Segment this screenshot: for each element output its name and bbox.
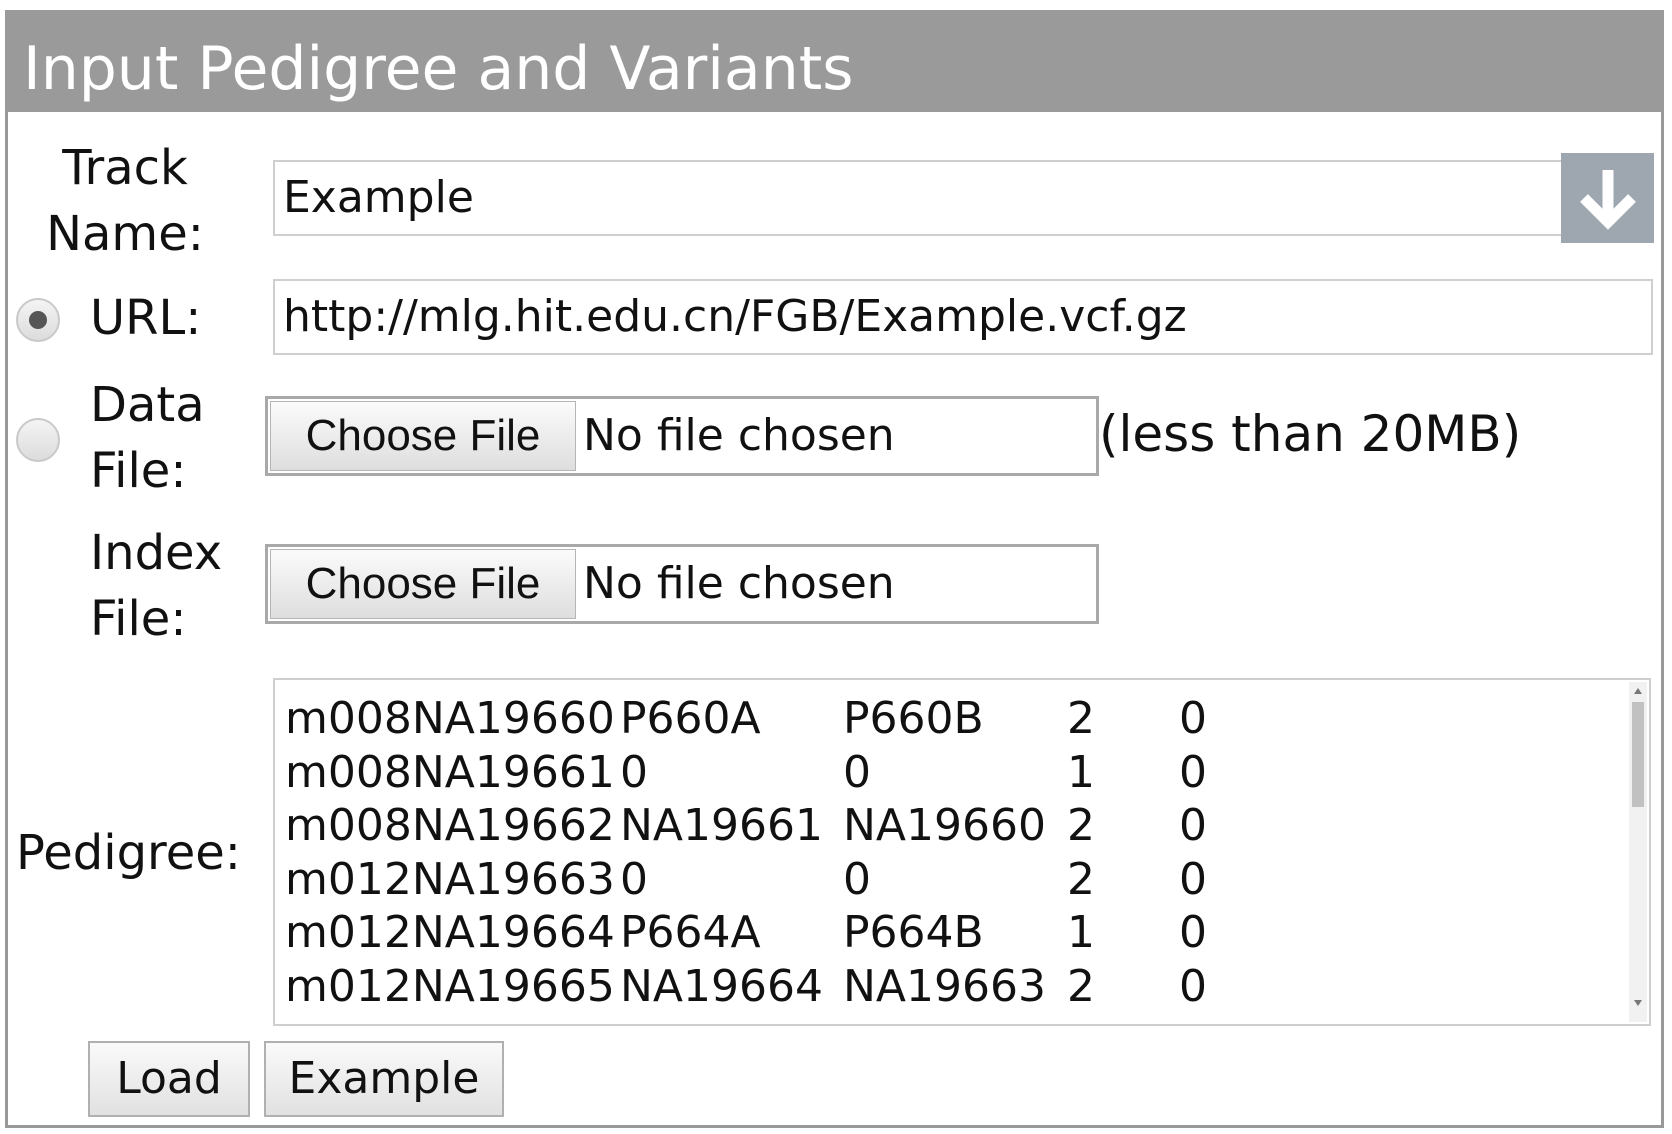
data-file-choose-button[interactable]: Choose File (270, 401, 576, 471)
pedigree-cell: m008NA19661 (285, 746, 615, 798)
data-file-status: No file chosen (583, 410, 895, 461)
pedigree-label: Pedigree: (16, 825, 241, 881)
pedigree-cell: 0 (620, 853, 648, 905)
url-input[interactable]: http://mlg.hit.edu.cn/FGB/Example.vcf.gz (273, 279, 1653, 355)
pedigree-cell: 0 (843, 853, 871, 905)
index-file-picker: Choose File No file chosen (265, 544, 1099, 624)
example-button[interactable]: Example (264, 1041, 504, 1117)
pedigree-cell: NA19660 (843, 800, 1046, 851)
scroll-up-icon[interactable] (1634, 688, 1642, 694)
pedigree-cell: 0 (1179, 907, 1207, 958)
scroll-down-icon[interactable] (1634, 1000, 1642, 1006)
pedigree-cell: P664B (843, 907, 984, 958)
pedigree-cell: 0 (1179, 746, 1207, 798)
load-button[interactable]: Load (88, 1041, 250, 1117)
pedigree-cell: 0 (843, 746, 871, 798)
index-file-status: No file chosen (583, 558, 895, 609)
pedigree-cell: NA19661 (620, 800, 823, 851)
pedigree-cell: 1 (1067, 746, 1095, 798)
pedigree-cell: 0 (1179, 693, 1207, 744)
pedigree-cell: P660A (620, 693, 761, 744)
pedigree-cell: m012NA19663 (285, 853, 615, 905)
pedigree-cell: 0 (1179, 960, 1207, 1012)
arrow-down-icon (1579, 170, 1636, 230)
track-name-input[interactable]: Example (273, 160, 1563, 236)
pedigree-cell: 2 (1067, 800, 1095, 851)
pedigree-cell: m012NA19665 (285, 960, 615, 1012)
pedigree-cell: m008NA19660 (285, 693, 615, 744)
data-file-picker: Choose File No file chosen (265, 396, 1099, 476)
scrollbar-thumb[interactable] (1632, 702, 1644, 807)
panel-header: Input Pedigree and Variants (5, 10, 1664, 112)
track-name-label: Track Name: (46, 140, 204, 262)
index-file-label: Index File: (90, 525, 223, 647)
pedigree-cell: 2 (1067, 960, 1095, 1012)
pedigree-cell: NA19664 (620, 960, 823, 1012)
size-limit-note: (less than 20MB) (1099, 405, 1522, 463)
pedigree-cell: m012NA19664 (285, 907, 615, 958)
pedigree-cell: 2 (1067, 853, 1095, 905)
data-file-label: Data File: (90, 377, 205, 499)
pedigree-cell: 2 (1067, 693, 1095, 744)
data-file-radio[interactable] (16, 418, 60, 462)
pedigree-cell: 1 (1067, 907, 1095, 958)
pedigree-cell: m008NA19662 (285, 800, 615, 851)
pedigree-cell: 0 (1179, 800, 1207, 851)
pedigree-cell: NA19663 (843, 960, 1046, 1012)
panel-title: Input Pedigree and Variants (23, 34, 854, 104)
index-file-choose-button[interactable]: Choose File (270, 549, 576, 619)
pedigree-cell: P664A (620, 907, 761, 958)
pedigree-scrollbar[interactable] (1629, 682, 1647, 1022)
pedigree-textarea[interactable]: m008NA19660 P660A P660B 2 0 m008NA19661 0 0 1 0 m0… (273, 678, 1651, 1026)
pedigree-cell: 0 (1179, 853, 1207, 905)
url-label: URL: (90, 290, 202, 346)
track-dropdown-button[interactable] (1561, 153, 1654, 243)
pedigree-cell: 0 (620, 746, 648, 798)
pedigree-cell: P660B (843, 693, 984, 744)
url-radio[interactable] (16, 298, 60, 342)
